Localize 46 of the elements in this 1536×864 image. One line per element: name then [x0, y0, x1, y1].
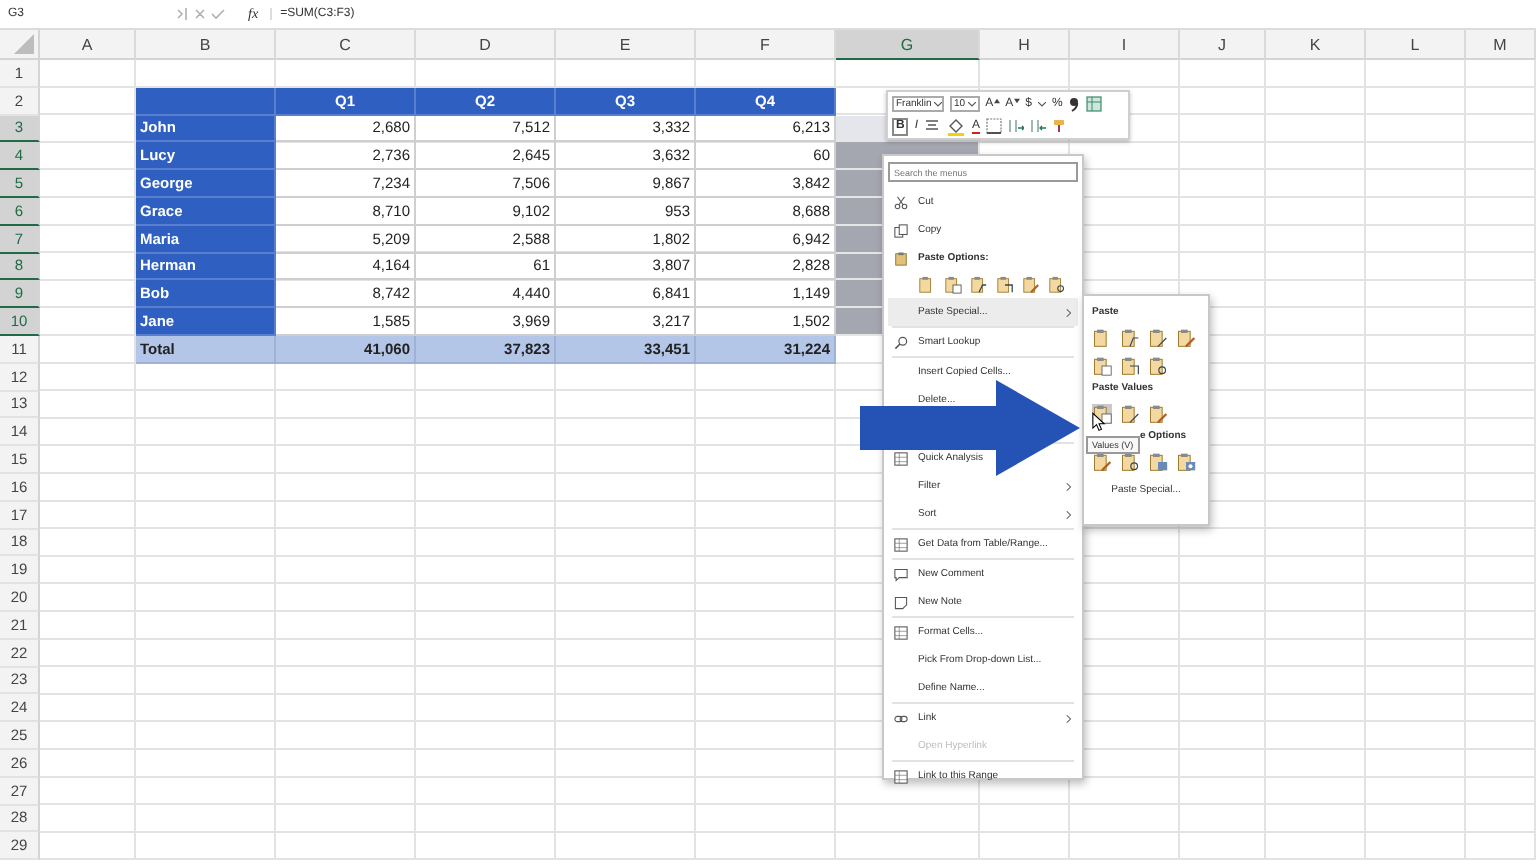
paste-option-icon[interactable] [1048, 276, 1066, 294]
search-icon [894, 335, 908, 349]
table-icon [894, 537, 908, 551]
mouse-pointer-icon [1092, 412, 1106, 432]
paste-option-icon[interactable] [1120, 452, 1140, 472]
clipboard-icon [894, 251, 908, 265]
column-header[interactable]: A [40, 30, 136, 60]
paste-option-icon[interactable] [970, 276, 988, 294]
paste-option-icon[interactable] [1120, 404, 1140, 424]
chevron-icon [1066, 307, 1072, 317]
table-icon [894, 451, 908, 465]
paste-option-icon[interactable] [996, 276, 1014, 294]
paste-option-icon[interactable] [1148, 356, 1168, 376]
format-painter-icon[interactable] [1052, 118, 1069, 134]
copy-icon [894, 223, 908, 237]
column-header[interactable]: C [276, 30, 416, 60]
decrease-decimal-icon[interactable] [1030, 118, 1047, 134]
table-header-cell [136, 87, 276, 116]
column-header[interactable]: I [1070, 30, 1180, 60]
column-header[interactable]: B [136, 30, 276, 60]
column-header[interactable]: D [416, 30, 556, 60]
scissors-icon [894, 195, 908, 209]
fill-color-icon[interactable] [946, 117, 967, 135]
paste-option-icon[interactable] [1148, 328, 1168, 348]
borders-icon[interactable] [986, 118, 1003, 134]
table-icon [894, 625, 908, 639]
column-header[interactable]: L [1366, 30, 1466, 60]
note-icon [894, 595, 908, 609]
comment-icon [894, 567, 908, 581]
column-header[interactable]: J [1180, 30, 1266, 60]
caret-icon [967, 101, 976, 107]
column-header[interactable]: M [1466, 30, 1536, 60]
comma-style-icon[interactable] [1068, 96, 1081, 112]
align-center-icon[interactable] [924, 118, 941, 134]
chevron-icon [1066, 509, 1072, 519]
increase-decimal-icon[interactable] [1008, 118, 1025, 134]
link-icon [894, 711, 908, 725]
caret-icon [933, 101, 942, 107]
column-header[interactable]: G [836, 30, 980, 60]
column-header[interactable]: H [980, 30, 1070, 60]
column-header[interactable]: E [556, 30, 696, 60]
chevron-icon [1066, 481, 1072, 491]
caret-icon[interactable] [1037, 101, 1046, 107]
column-header[interactable]: F [696, 30, 836, 60]
chevron-icon [1066, 713, 1072, 723]
column-header[interactable]: K [1266, 30, 1366, 60]
